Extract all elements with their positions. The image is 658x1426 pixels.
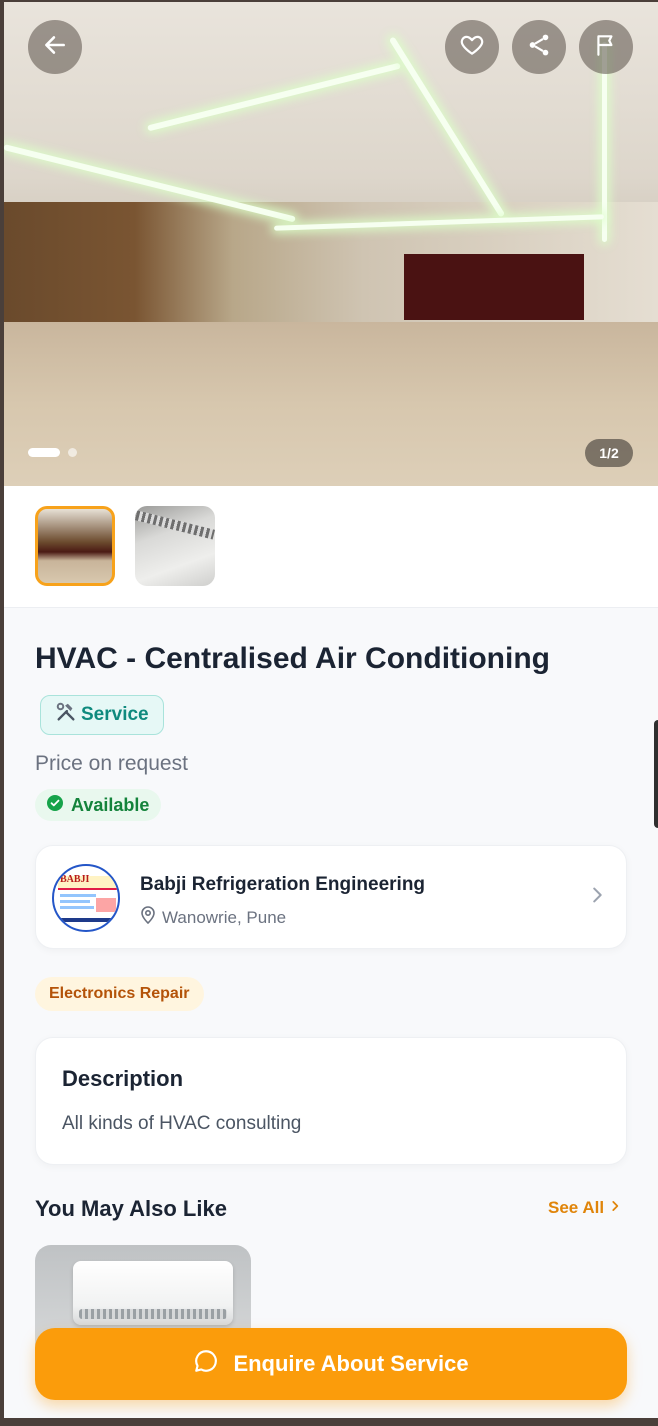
seller-location: Wanowrie, Pune xyxy=(140,906,286,929)
seller-name[interactable]: Babji Refrigeration Engineering xyxy=(140,874,425,896)
seller-logo: BABJI xyxy=(52,864,120,932)
side-handle[interactable] xyxy=(654,720,658,828)
enquire-button-label: Enquire About Service xyxy=(233,1351,469,1376)
back-button[interactable] xyxy=(28,20,82,74)
chevron-right-icon xyxy=(608,1198,622,1218)
thumbnail-selected[interactable] xyxy=(35,506,115,586)
service-badge-label: Service xyxy=(81,704,149,725)
chevron-right-icon[interactable] xyxy=(586,884,608,911)
ceiling-vent xyxy=(135,510,215,540)
availability-label: Available xyxy=(71,794,150,815)
service-badge: Service xyxy=(40,695,164,735)
carousel-dot[interactable] xyxy=(68,448,77,457)
air-conditioner-vent xyxy=(79,1309,227,1319)
hall-stage xyxy=(404,254,584,320)
share-icon xyxy=(526,32,552,63)
chat-bubble-icon xyxy=(193,1348,219,1380)
favorite-button[interactable] xyxy=(445,20,499,74)
hero-image-carousel[interactable]: 1/2 xyxy=(4,2,658,486)
see-all-link[interactable]: See All xyxy=(548,1198,622,1218)
flag-icon xyxy=(593,32,619,63)
carousel-dot-active[interactable] xyxy=(28,448,60,457)
enquire-button[interactable]: Enquire About Service xyxy=(35,1328,627,1400)
seller-location-label: Wanowrie, Pune xyxy=(162,907,287,927)
description-heading: Description xyxy=(62,1066,184,1091)
product-detail-screen: 1/2 HVAC - Centralised Air Conditioning … xyxy=(4,2,658,1418)
check-circle-icon xyxy=(47,794,63,816)
availability-badge: Available xyxy=(35,789,162,821)
listing-title: HVAC - Centralised Air Conditioning xyxy=(35,642,550,675)
recommendations-heading: You May Also Like xyxy=(35,1196,227,1221)
hammer-wrench-icon xyxy=(55,701,77,729)
price-label: Price on request xyxy=(35,752,188,775)
carousel-indicator xyxy=(28,448,77,457)
report-button[interactable] xyxy=(579,20,633,74)
category-tag[interactable]: Electronics Repair xyxy=(35,977,204,1011)
share-button[interactable] xyxy=(512,20,566,74)
heart-icon xyxy=(459,32,485,63)
seller-logo-text: BABJI xyxy=(60,874,90,885)
arrow-left-icon xyxy=(42,32,68,63)
see-all-label: See All xyxy=(548,1198,605,1217)
seller-card[interactable]: BABJI Babji Refrigeration Engineering Wa… xyxy=(35,845,627,949)
image-counter: 1/2 xyxy=(585,439,633,467)
thumbnail-strip xyxy=(4,486,658,608)
location-pin-icon xyxy=(140,906,156,929)
thumbnail[interactable] xyxy=(135,506,215,586)
description-text: All kinds of HVAC consulting xyxy=(62,1113,302,1134)
hall-floor xyxy=(4,322,658,486)
description-card: Description All kinds of HVAC consulting xyxy=(35,1037,627,1165)
